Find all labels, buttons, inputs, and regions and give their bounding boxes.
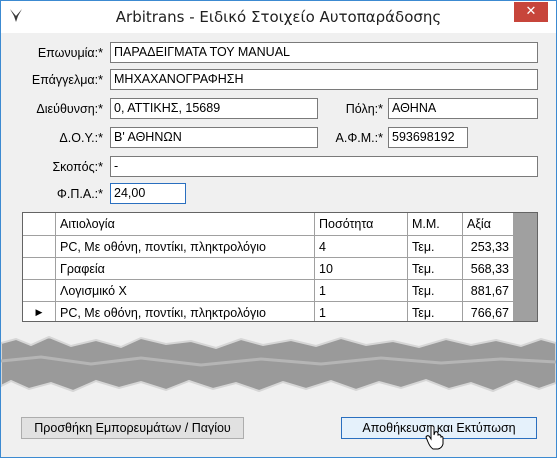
cell-posotita[interactable]: 10 <box>314 257 408 280</box>
cell-mm[interactable]: Τεμ. <box>407 235 463 258</box>
poli-label: Πόλη:* <box>345 102 383 116</box>
table-row[interactable]: ▶ PC, Με οθόνη, ποντίκι, πληκτρολόγιο 1 … <box>23 301 514 321</box>
cell-aitiologia[interactable]: PC, Με οθόνη, ποντίκι, πληκτρολόγιο <box>55 235 315 258</box>
eponymia-field[interactable]: ΠΑΡΑΔΕΙΓΜΑΤΑ ΤΟΥ MANUAL <box>110 42 538 63</box>
cell-aitiologia[interactable]: PC, Με οθόνη, ποντίκι, πληκτρολόγιο <box>55 301 315 321</box>
title-bar: Arbitrans - Ειδικό Στοιχείο Αυτοπαράδοση… <box>1 1 556 33</box>
row-header[interactable] <box>23 235 56 258</box>
close-button[interactable]: ✕ <box>514 2 548 22</box>
table-row[interactable]: Γραφεία 10 Τεμ. 568,33 <box>23 257 514 280</box>
window-title: Arbitrans - Ειδικό Στοιχείο Αυτοπαράδοση… <box>115 8 442 26</box>
current-row-arrow-icon[interactable]: ▶ <box>23 301 56 321</box>
items-grid: Αιτιολογία Ποσότητα Μ.Μ. Αξία PC, Με οθό… <box>22 212 538 322</box>
cell-axia[interactable]: 253,33 <box>462 235 514 258</box>
grid-header-row: Αιτιολογία Ποσότητα Μ.Μ. Αξία <box>23 213 514 236</box>
column-header-posotita[interactable]: Ποσότητα <box>314 213 408 236</box>
cell-posotita[interactable]: 1 <box>314 301 408 321</box>
epaggelma-field[interactable]: ΜΗΧΑΧΑΝΟΓΡΑΦΗΣΗ <box>110 69 538 90</box>
torn-edge-decoration <box>1 335 556 393</box>
row-header[interactable] <box>23 279 56 302</box>
epaggelma-label: Επάγγελμα:* <box>31 73 103 87</box>
afm-label: Α.Φ.Μ.:* <box>335 131 383 145</box>
skopos-label: Σκοπός:* <box>52 160 103 174</box>
row-header-corner <box>23 213 56 236</box>
eponymia-label: Επωνυμία:* <box>37 46 103 60</box>
doy-field[interactable]: Β' ΑΘΗΝΩΝ <box>110 127 318 148</box>
cell-axia[interactable]: 766,67 <box>462 301 514 321</box>
cell-mm[interactable]: Τεμ. <box>407 301 463 321</box>
cell-posotita[interactable]: 1 <box>314 279 408 302</box>
column-header-axia[interactable]: Αξία <box>462 213 514 236</box>
table-row[interactable]: Λογισμικό Χ 1 Τεμ. 881,67 <box>23 279 514 302</box>
dialog-window: Arbitrans - Ειδικό Στοιχείο Αυτοπαράδοση… <box>0 0 557 458</box>
cell-axia[interactable]: 568,33 <box>462 257 514 280</box>
hand-cursor-icon <box>425 425 444 450</box>
dieuthynsi-field[interactable]: 0, ΑΤΤΙΚΗΣ, 15689 <box>110 98 318 119</box>
doy-label: Δ.Ο.Υ.:* <box>59 131 103 145</box>
cell-aitiologia[interactable]: Γραφεία <box>55 257 315 280</box>
cell-mm[interactable]: Τεμ. <box>407 257 463 280</box>
afm-field[interactable]: 593698192 <box>388 127 468 148</box>
cell-aitiologia[interactable]: Λογισμικό Χ <box>55 279 315 302</box>
fpa-field[interactable]: 24,00 <box>110 183 186 204</box>
table-row[interactable]: PC, Με οθόνη, ποντίκι, πληκτρολόγιο 4 Τε… <box>23 235 514 258</box>
cell-axia[interactable]: 881,67 <box>462 279 514 302</box>
fpa-label: Φ.Π.Α.:* <box>56 187 103 201</box>
column-header-aitiologia[interactable]: Αιτιολογία <box>55 213 315 236</box>
cell-mm[interactable]: Τεμ. <box>407 279 463 302</box>
add-goods-button[interactable]: Προσθήκη Εμπορευμάτων / Παγίου <box>21 417 244 439</box>
cell-posotita[interactable]: 4 <box>314 235 408 258</box>
column-header-mm[interactable]: Μ.Μ. <box>407 213 463 236</box>
row-header[interactable] <box>23 257 56 280</box>
skopos-field[interactable]: - <box>110 156 538 177</box>
poli-field[interactable]: ΑΘΗΝΑ <box>388 98 538 119</box>
dieuthynsi-label: Διεύθυνση:* <box>36 102 103 116</box>
